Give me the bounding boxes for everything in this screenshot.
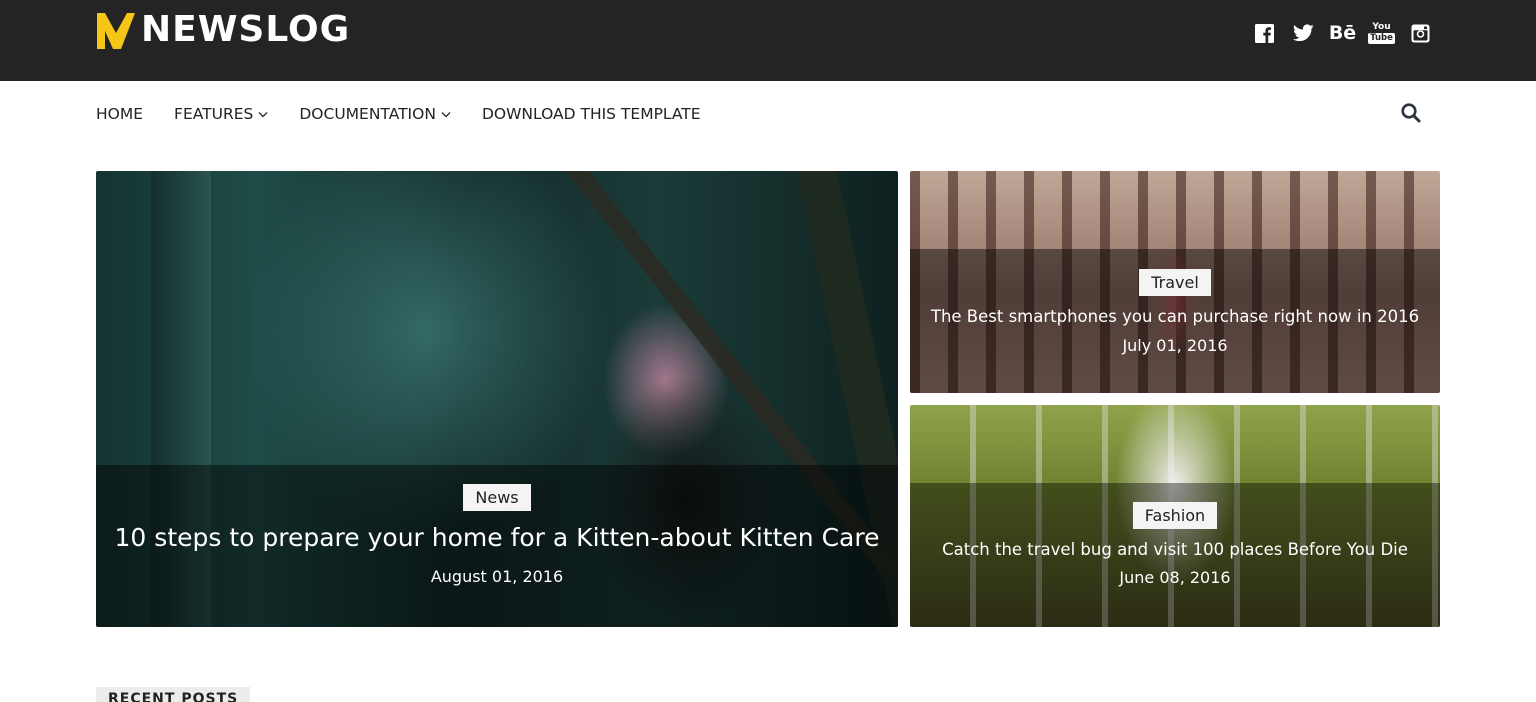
featured-post-side[interactable]: Fashion Catch the travel bug and visit 1… xyxy=(910,405,1440,627)
nav-item-label: DOCUMENTATION xyxy=(299,105,436,123)
chevron-down-icon xyxy=(441,111,451,117)
search-button[interactable] xyxy=(1400,102,1422,124)
social-links: Bē You Tube xyxy=(1245,20,1440,46)
nav-item-home[interactable]: HOME xyxy=(96,105,143,123)
nav-item-documentation[interactable]: DOCUMENTATION xyxy=(299,105,451,123)
logo-text: NEWSLOG xyxy=(141,9,351,50)
recent-posts-heading: RECENT POSTS xyxy=(96,687,251,702)
post-date: June 08, 2016 xyxy=(1119,568,1231,587)
behance-icon[interactable]: Bē xyxy=(1323,20,1362,46)
main-nav: HOME FEATURES DOCUMENTATION DOWNLOAD THI… xyxy=(96,100,732,128)
post-caption: News 10 steps to prepare your home for a… xyxy=(96,484,898,586)
category-tag[interactable]: News xyxy=(463,484,531,511)
nav-item-label: HOME xyxy=(96,105,144,123)
site-logo[interactable]: NEWSLOG xyxy=(95,8,350,52)
featured-post-side[interactable]: Travel The Best smartphones you can purc… xyxy=(910,171,1440,393)
youtube-glyph-bottom: Tube xyxy=(1368,32,1395,44)
twitter-icon[interactable] xyxy=(1284,20,1323,46)
instagram-icon[interactable] xyxy=(1401,20,1440,46)
post-caption: Travel The Best smartphones you can purc… xyxy=(910,269,1440,355)
top-bar: NEWSLOG Bē You Tube xyxy=(0,0,1536,81)
post-title[interactable]: The Best smartphones you can purchase ri… xyxy=(910,306,1440,328)
post-title[interactable]: 10 steps to prepare your home for a Kitt… xyxy=(96,519,898,557)
facebook-icon[interactable] xyxy=(1245,20,1284,46)
search-icon xyxy=(1401,103,1421,123)
youtube-glyph-top: You xyxy=(1372,21,1391,32)
post-date: August 01, 2016 xyxy=(430,567,564,586)
nav-item-label: FEATURES xyxy=(174,105,254,123)
logo-mark-icon xyxy=(97,13,135,49)
nav-item-label: DOWNLOAD THIS TEMPLATE xyxy=(481,105,701,123)
category-tag[interactable]: Fashion xyxy=(1132,502,1218,529)
nav-item-download-template[interactable]: DOWNLOAD THIS TEMPLATE xyxy=(482,105,701,123)
category-tag[interactable]: Travel xyxy=(1139,269,1211,296)
post-title[interactable]: Catch the travel bug and visit 100 place… xyxy=(910,539,1440,561)
post-date: July 01, 2016 xyxy=(1122,336,1228,355)
featured-post-main[interactable]: News 10 steps to prepare your home for a… xyxy=(96,171,898,627)
chevron-down-icon xyxy=(258,111,268,117)
behance-glyph: Bē xyxy=(1328,21,1357,44)
youtube-icon[interactable]: You Tube xyxy=(1362,20,1401,46)
post-caption: Fashion Catch the travel bug and visit 1… xyxy=(910,502,1440,587)
nav-item-features[interactable]: FEATURES xyxy=(174,105,268,123)
